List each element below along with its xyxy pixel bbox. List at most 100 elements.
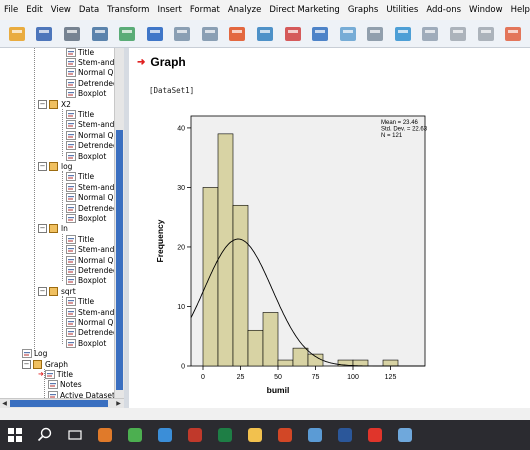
tree-item-notes[interactable]: Notes bbox=[48, 380, 82, 390]
open-folder-icon[interactable] bbox=[6, 23, 28, 45]
tree-item-stem-and-[interactable]: Stem-and- bbox=[66, 245, 117, 255]
ie-icon[interactable] bbox=[153, 423, 177, 447]
tree-item-title[interactable]: ➜ Title bbox=[38, 369, 73, 379]
tree-item-title[interactable]: Title bbox=[66, 48, 94, 57]
task-view-icon[interactable] bbox=[63, 423, 87, 447]
use-sets-icon[interactable] bbox=[447, 23, 469, 45]
goto-data-icon[interactable] bbox=[227, 23, 249, 45]
x-tick-label: 50 bbox=[274, 374, 282, 381]
redo-icon[interactable] bbox=[199, 23, 221, 45]
tree-item-stem-and-[interactable]: Stem-and- bbox=[66, 57, 117, 67]
tree-item-detrended[interactable]: Detrended bbox=[66, 265, 118, 275]
goto-case-icon[interactable] bbox=[254, 23, 276, 45]
excel-icon[interactable] bbox=[213, 423, 237, 447]
variables-icon[interactable] bbox=[309, 23, 331, 45]
tree-item-detrended[interactable]: Detrended bbox=[66, 78, 118, 88]
select-cases-icon[interactable] bbox=[392, 23, 414, 45]
tree-item-title[interactable]: Title bbox=[66, 172, 94, 182]
tree-item-label: Graph bbox=[45, 359, 69, 369]
tree-item-title[interactable]: Title bbox=[66, 297, 94, 307]
collapse-icon[interactable]: − bbox=[22, 359, 31, 369]
tree-item-title[interactable]: Title bbox=[66, 234, 94, 244]
tree-item-title[interactable]: Title bbox=[66, 109, 94, 119]
tree-group-X2[interactable]: − X2 bbox=[38, 99, 71, 109]
menu-utilities[interactable]: Utilities bbox=[382, 5, 422, 15]
menu-file[interactable]: File bbox=[0, 5, 22, 15]
menu-transform[interactable]: Transform bbox=[103, 5, 153, 15]
tree-item-detrended[interactable]: Detrended bbox=[66, 328, 118, 338]
tree-group-ln[interactable]: − ln bbox=[38, 224, 68, 234]
tree-item-normal-q-[interactable]: Normal Q- bbox=[66, 193, 116, 203]
tree-group-log[interactable]: − log bbox=[38, 161, 72, 171]
file-explorer-icon[interactable] bbox=[243, 423, 267, 447]
menu-format[interactable]: Format bbox=[186, 5, 224, 15]
menu-data[interactable]: Data bbox=[75, 5, 103, 15]
scroll-thumb[interactable] bbox=[116, 130, 123, 390]
network-icon[interactable] bbox=[303, 423, 327, 447]
tree-group-sqrt[interactable]: − sqrt bbox=[38, 286, 76, 296]
tree-item-boxplot[interactable]: Boxplot bbox=[66, 276, 106, 286]
photos-icon[interactable] bbox=[393, 423, 417, 447]
outline-pane[interactable]: Title Stem-and- Normal Q- Detrended Boxplot −… bbox=[0, 48, 125, 408]
menu-insert[interactable]: Insert bbox=[153, 5, 185, 15]
save-icon[interactable] bbox=[34, 23, 56, 45]
show-all-variables-icon[interactable] bbox=[475, 23, 497, 45]
goto-variable-icon[interactable] bbox=[282, 23, 304, 45]
collapse-icon[interactable]: − bbox=[38, 99, 47, 109]
spss-icon[interactable] bbox=[183, 423, 207, 447]
outline-horizontal-scrollbar[interactable]: ◀ ▶ bbox=[0, 398, 124, 408]
histogram-chart[interactable]: 0 25 50 75 100 125 0 10 20 30 40 bumil Frequency Mean… bbox=[149, 96, 439, 396]
scroll-left-icon[interactable]: ◀ bbox=[0, 399, 9, 408]
weight-cases-icon[interactable] bbox=[365, 23, 387, 45]
powerpoint-icon[interactable] bbox=[273, 423, 297, 447]
tree-item-log[interactable]: Log bbox=[22, 349, 47, 359]
collapse-icon[interactable]: − bbox=[38, 224, 47, 234]
tree-item-normal-q-[interactable]: Normal Q- bbox=[66, 130, 116, 140]
tree-item-stem-and-[interactable]: Stem-and- bbox=[66, 182, 117, 192]
tree-item-boxplot[interactable]: Boxplot bbox=[66, 213, 106, 223]
menu-add-ons[interactable]: Add-ons bbox=[422, 5, 465, 15]
collapse-icon[interactable]: − bbox=[38, 286, 47, 296]
menu-edit[interactable]: Edit bbox=[22, 5, 46, 15]
value-labels-icon[interactable] bbox=[420, 23, 442, 45]
menu-graphs[interactable]: Graphs bbox=[344, 5, 383, 15]
search-icon[interactable] bbox=[33, 423, 57, 447]
dialog-recall-icon[interactable] bbox=[144, 23, 166, 45]
tree-item-normal-q-[interactable]: Normal Q- bbox=[66, 317, 116, 327]
document-icon bbox=[66, 203, 76, 213]
y-axis-label: Frequency bbox=[155, 219, 165, 262]
print-preview-icon[interactable] bbox=[89, 23, 111, 45]
tree-item-label: Normal Q- bbox=[78, 255, 117, 265]
tree-group-graph[interactable]: − Graph bbox=[22, 359, 68, 369]
spelling-icon[interactable] bbox=[502, 23, 524, 45]
export-icon[interactable] bbox=[116, 23, 138, 45]
split-file-icon[interactable] bbox=[337, 23, 359, 45]
tree-item-detrended[interactable]: Detrended bbox=[66, 141, 118, 151]
scroll-right-icon[interactable]: ▶ bbox=[114, 399, 123, 408]
tree-item-stem-and-[interactable]: Stem-and- bbox=[66, 307, 117, 317]
tree-item-label: Boxplot bbox=[78, 89, 107, 99]
tree-item-normal-q-[interactable]: Normal Q- bbox=[66, 255, 116, 265]
word-icon[interactable] bbox=[333, 423, 357, 447]
tree-item-boxplot[interactable]: Boxplot bbox=[66, 89, 106, 99]
start-icon[interactable] bbox=[3, 423, 27, 447]
scroll-thumb[interactable] bbox=[10, 400, 108, 407]
menu-help[interactable]: Help bbox=[507, 5, 530, 15]
menu-direct-marketing[interactable]: Direct Marketing bbox=[265, 5, 344, 15]
tree-item-boxplot[interactable]: Boxplot bbox=[66, 151, 106, 161]
menu-analyze[interactable]: Analyze bbox=[224, 5, 266, 15]
menu-view[interactable]: View bbox=[47, 5, 75, 15]
firefox-icon[interactable] bbox=[93, 423, 117, 447]
undo-icon[interactable] bbox=[171, 23, 193, 45]
tree-item-stem-and-[interactable]: Stem-and- bbox=[66, 120, 117, 130]
tree-item-boxplot[interactable]: Boxplot bbox=[66, 338, 106, 348]
tree-item-normal-q-[interactable]: Normal Q- bbox=[66, 68, 116, 78]
acrobat-icon[interactable] bbox=[363, 423, 387, 447]
print-icon[interactable] bbox=[61, 23, 83, 45]
menu-window[interactable]: Window bbox=[465, 5, 507, 15]
collapse-icon[interactable]: − bbox=[38, 161, 47, 171]
outline-vertical-scrollbar[interactable] bbox=[114, 48, 124, 398]
chrome-icon[interactable] bbox=[123, 423, 147, 447]
tree-item-detrended[interactable]: Detrended bbox=[66, 203, 118, 213]
x-axis-label: bumil bbox=[267, 385, 290, 395]
